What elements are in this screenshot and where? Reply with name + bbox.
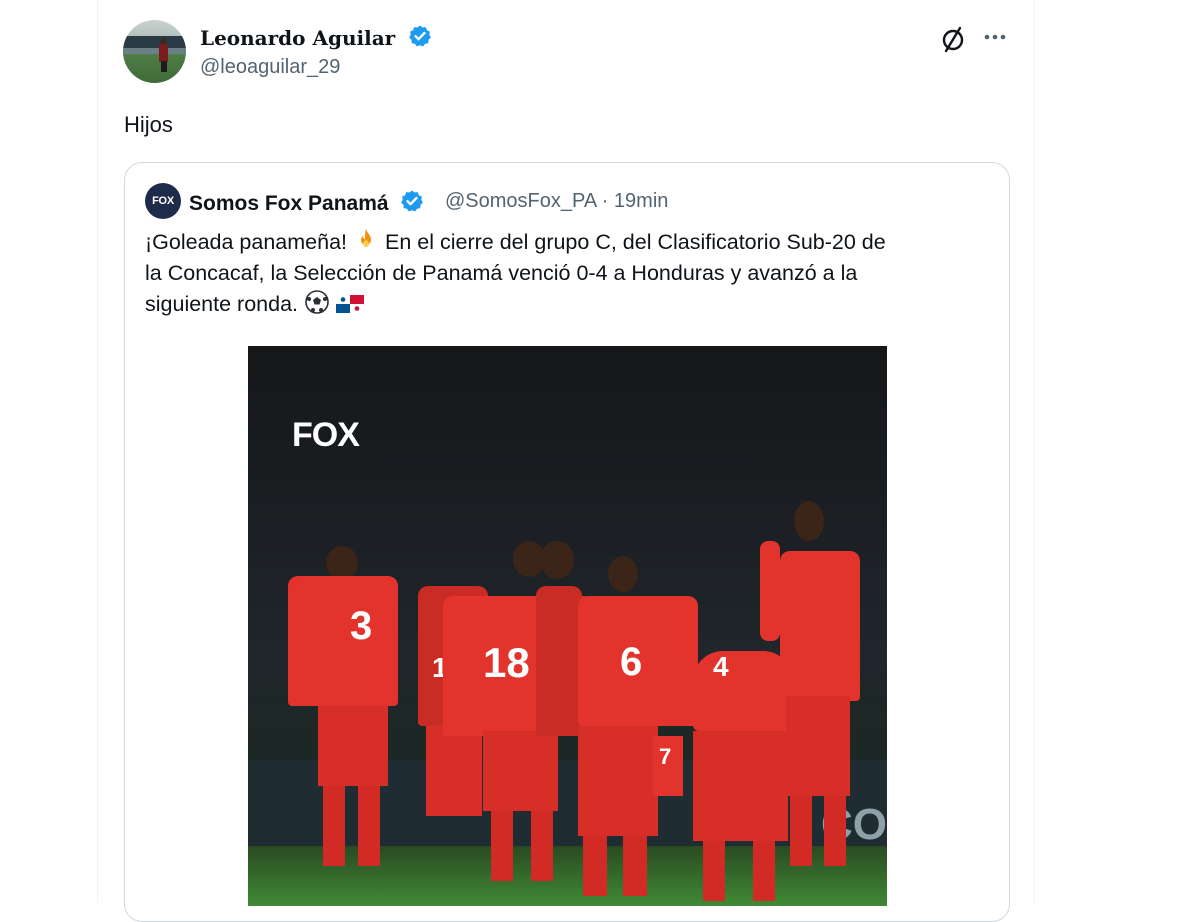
quoted-tweet-card[interactable]: FOX Somos Fox Panamá @SomosFox_PA · 19mi… bbox=[124, 162, 1010, 922]
quoted-author-name-row[interactable]: Somos Fox Panamá bbox=[189, 189, 424, 216]
meta-separator: · bbox=[601, 190, 609, 212]
soccer-ball-emoji bbox=[305, 290, 329, 314]
more-icon[interactable] bbox=[980, 24, 1010, 50]
author-handle[interactable]: @leoaguilar_29 bbox=[200, 56, 340, 79]
fox-logo: FOX bbox=[292, 416, 360, 454]
quoted-tweet-text: ¡Goleada panameña! En el cierre del grup… bbox=[145, 227, 995, 320]
quoted-text-headline: ¡Goleada panameña! bbox=[145, 230, 348, 254]
quoted-text-part: En el cierre del grupo C, del Clasificat… bbox=[384, 230, 886, 254]
jersey-number: 18 bbox=[483, 639, 530, 686]
quoted-text-line-1: ¡Goleada panameña! En el cierre del grup… bbox=[145, 227, 995, 258]
quoted-timestamp[interactable]: 19min bbox=[614, 190, 668, 212]
author-name-row[interactable]: Leonardo Aguilar bbox=[200, 24, 432, 50]
verified-badge-icon bbox=[409, 25, 432, 47]
jersey-number: 7 bbox=[659, 744, 672, 769]
author-name[interactable]: Leonardo Aguilar bbox=[200, 26, 395, 50]
author-avatar[interactable] bbox=[123, 20, 186, 83]
quoted-author-avatar[interactable]: FOX bbox=[145, 183, 181, 219]
quoted-text-part: siguiente ronda. bbox=[145, 292, 298, 316]
fire-emoji bbox=[361, 229, 371, 247]
quoted-meta: @SomosFox_PA · 19min bbox=[445, 190, 668, 213]
grok-icon[interactable] bbox=[938, 24, 968, 54]
jersey-number: 6 bbox=[620, 640, 643, 684]
tweet-text: Hijos bbox=[124, 112, 173, 137]
jersey-number: 3 bbox=[350, 604, 373, 648]
verified-badge-icon bbox=[401, 190, 424, 212]
tweet-media-image[interactable]: FOX CO 3 18 18 bbox=[248, 346, 887, 906]
jersey-number: 4 bbox=[713, 651, 729, 682]
quoted-author-handle[interactable]: @SomosFox_PA bbox=[445, 190, 596, 212]
panama-flag-emoji bbox=[335, 295, 364, 313]
quoted-author-name[interactable]: Somos Fox Panamá bbox=[189, 192, 389, 215]
quoted-text-line-3: siguiente ronda. bbox=[145, 289, 995, 320]
quoted-avatar-text: FOX bbox=[152, 195, 174, 207]
quoted-text-line-2: la Concacaf, la Selección de Panamá venc… bbox=[145, 261, 858, 285]
